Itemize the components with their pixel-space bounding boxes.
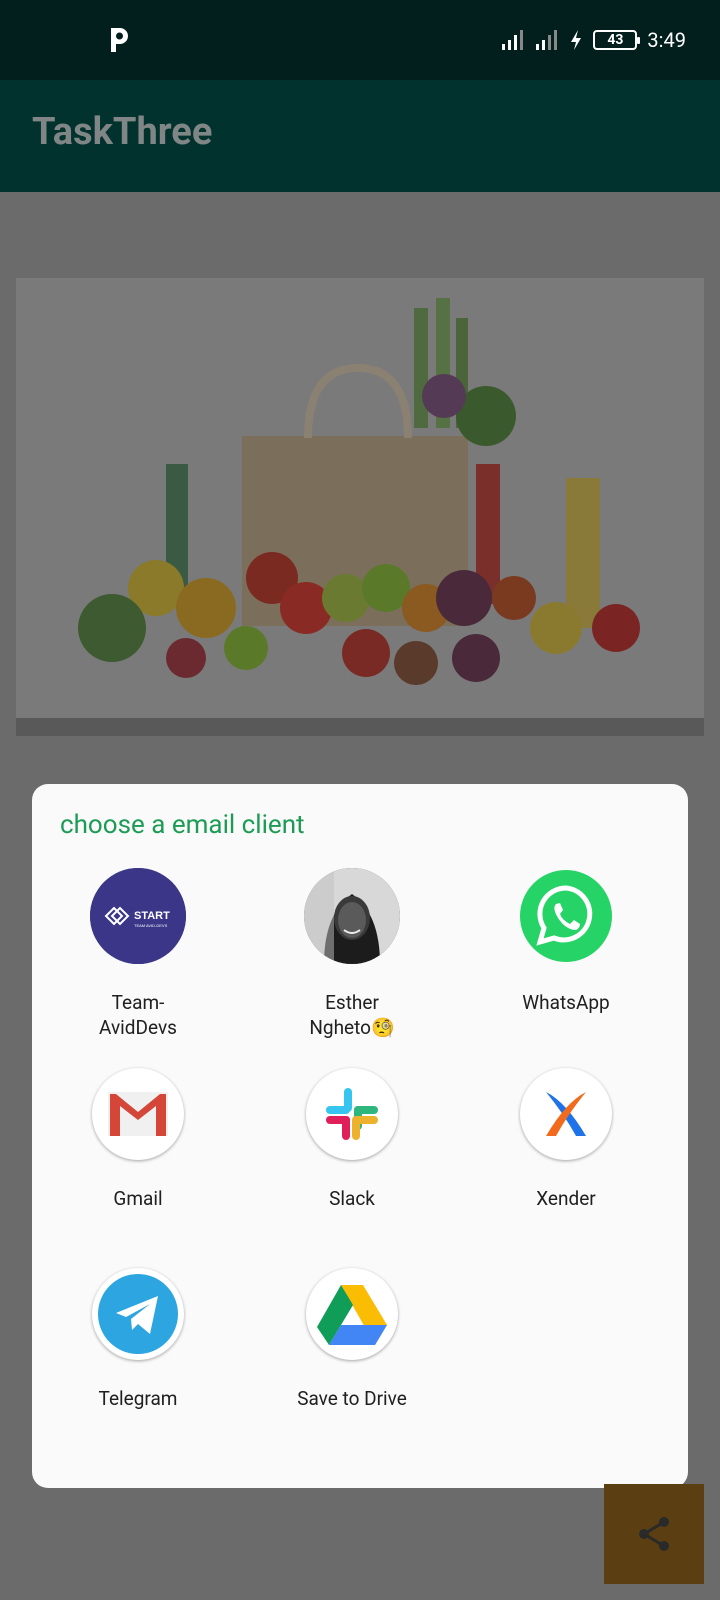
telegram-icon xyxy=(92,1268,184,1360)
svg-text:TEAM AVID-DEVS: TEAM AVID-DEVS xyxy=(134,923,168,928)
app-label: Save to Drive xyxy=(297,1387,407,1410)
share-target-gmail[interactable]: Gmail xyxy=(38,1068,238,1211)
team-aviddevs-avatar: START TEAM AVID-DEVS xyxy=(90,868,186,964)
share-target-slack[interactable]: Slack xyxy=(252,1068,452,1211)
parking-app-icon xyxy=(111,28,128,52)
google-drive-icon xyxy=(306,1268,398,1360)
whatsapp-icon xyxy=(518,868,614,964)
app-label: Telegram xyxy=(98,1387,178,1410)
share-fab[interactable] xyxy=(604,1484,704,1584)
app-label: Team- AvidDevs xyxy=(99,991,177,1039)
app-label: Esther Ngheto🧐 xyxy=(309,991,395,1039)
share-icon xyxy=(639,1517,669,1551)
dialog-title: choose a email client xyxy=(60,810,305,840)
charging-icon xyxy=(571,30,582,50)
signal-icon-2 xyxy=(536,30,558,50)
share-chooser-dialog: choose a email client START TEAM AVID-DE… xyxy=(32,784,688,1488)
share-target-drive[interactable]: Save to Drive xyxy=(252,1268,452,1411)
gmail-icon xyxy=(92,1068,184,1160)
app-label: Slack xyxy=(329,1187,375,1210)
svg-text:START: START xyxy=(134,910,170,922)
esther-avatar xyxy=(304,868,400,964)
share-target-team-aviddevs[interactable]: START TEAM AVID-DEVS Team- AvidDevs xyxy=(38,868,238,1040)
app-label: WhatsApp xyxy=(522,991,610,1014)
app-label: Xender xyxy=(536,1187,596,1210)
share-target-xender[interactable]: Xender xyxy=(466,1068,666,1211)
status-time: 3:49 xyxy=(647,28,686,52)
share-target-telegram[interactable]: Telegram xyxy=(38,1268,238,1411)
battery-icon: 43 xyxy=(593,30,641,50)
app-title: TaskThree xyxy=(32,110,213,154)
app-bar: TaskThree xyxy=(0,80,720,192)
signal-icon xyxy=(502,30,524,50)
status-bar: 43 3:49 xyxy=(0,0,720,80)
battery-level: 43 xyxy=(607,32,624,48)
xender-icon xyxy=(520,1068,612,1160)
app-label: Gmail xyxy=(113,1187,163,1210)
slack-icon xyxy=(306,1068,398,1160)
status-right: 43 3:49 xyxy=(501,22,686,58)
groceries-image xyxy=(16,278,704,736)
share-target-whatsapp[interactable]: WhatsApp xyxy=(466,868,666,1015)
share-target-esther[interactable]: Esther Ngheto🧐 xyxy=(252,868,452,1040)
